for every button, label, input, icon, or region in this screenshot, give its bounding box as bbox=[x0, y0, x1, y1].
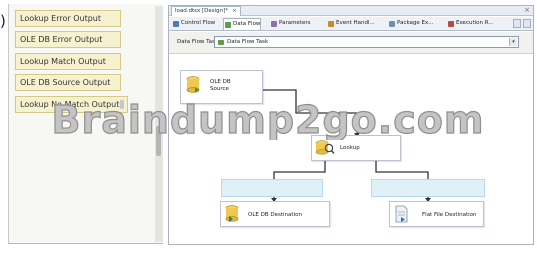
output-item-lookup-error[interactable]: Lookup Error Output bbox=[15, 10, 121, 27]
output-list-scroll-thumb[interactable] bbox=[156, 126, 161, 156]
close-window-icon[interactable]: × bbox=[524, 6, 530, 15]
output-list-pane: Lookup Error Output OLE DB Error Output … bbox=[8, 4, 163, 244]
path-label-ole[interactable] bbox=[221, 179, 323, 197]
grid-icon[interactable] bbox=[523, 19, 531, 28]
tab-control-flow[interactable]: Control Flow bbox=[172, 18, 215, 30]
package-designer-window: load.dtsx [Design]* × × Control Flow Data… bbox=[168, 5, 534, 245]
mouse-cursor-icon bbox=[120, 100, 125, 109]
tab-data-flow[interactable]: Data Flow bbox=[223, 18, 262, 30]
execution-results-icon bbox=[448, 21, 454, 27]
path-lookup-to-ole bbox=[273, 161, 326, 179]
package-explorer-icon bbox=[389, 21, 395, 27]
component-lookup-label: Lookup bbox=[340, 145, 360, 151]
data-flow-task-value: Data Flow Task bbox=[227, 39, 269, 45]
designer-view-tabs: Control Flow Data Flow Parameters Event … bbox=[169, 17, 533, 31]
document-tab-load-dtsx[interactable]: load.dtsx [Design]* × bbox=[171, 6, 241, 16]
output-list-scrollbar[interactable] bbox=[155, 6, 163, 242]
component-flat-file-destination[interactable]: Flat File Destination bbox=[389, 201, 484, 227]
database-icon bbox=[225, 205, 239, 222]
parameters-icon bbox=[271, 21, 277, 27]
tab-event-handlers[interactable]: Event Handl... bbox=[327, 18, 375, 30]
database-icon bbox=[186, 76, 200, 93]
screenshot-stage: ) Lookup Error Output OLE DB Error Outpu… bbox=[0, 0, 537, 253]
output-item-lookup-match[interactable]: Lookup Match Output bbox=[15, 53, 121, 70]
tab-control-flow-label: Control Flow bbox=[181, 20, 216, 26]
tab-package-explorer-label: Package Ex... bbox=[397, 20, 434, 26]
chevron-down-icon[interactable]: ▾ bbox=[509, 38, 517, 46]
document-tab-strip: load.dtsx [Design]* × × bbox=[169, 6, 533, 16]
lookup-icon bbox=[315, 140, 335, 155]
data-flow-task-select[interactable]: Data Flow Task ▾ bbox=[214, 36, 519, 48]
path-lookup-to-flat bbox=[375, 161, 429, 179]
tab-parameters-label: Parameters bbox=[279, 20, 311, 26]
component-ole-db-source[interactable]: OLE DB Source bbox=[180, 70, 263, 104]
component-lookup[interactable]: Lookup bbox=[311, 135, 401, 161]
output-item-ole-db-source[interactable]: OLE DB Source Output bbox=[15, 74, 121, 91]
zoom-icon[interactable] bbox=[513, 19, 521, 28]
control-flow-icon bbox=[173, 21, 179, 27]
path-label-flat[interactable] bbox=[371, 179, 485, 197]
data-flow-task-icon bbox=[218, 40, 224, 45]
tab-data-flow-label: Data Flow bbox=[233, 21, 261, 27]
tab-parameters[interactable]: Parameters bbox=[270, 18, 310, 30]
tab-package-explorer[interactable]: Package Ex... bbox=[388, 18, 434, 30]
close-tab-icon[interactable]: × bbox=[232, 8, 237, 14]
output-item-lookup-no-match[interactable]: Lookup No Match Output bbox=[15, 96, 128, 113]
data-flow-icon bbox=[225, 22, 231, 28]
tab-execution-results[interactable]: Execution R... bbox=[447, 18, 494, 30]
document-tab-label: load.dtsx [Design]* bbox=[175, 8, 229, 14]
component-flat-file-destination-label: Flat File Destination bbox=[422, 212, 477, 218]
event-handlers-icon bbox=[328, 21, 334, 27]
component-ole-db-destination[interactable]: OLE DB Destination bbox=[220, 201, 330, 227]
flat-file-icon bbox=[395, 205, 408, 223]
cut-off-paren: ) bbox=[0, 12, 6, 30]
component-ole-db-source-label: OLE DB Source bbox=[210, 79, 231, 93]
source-line-2: Source bbox=[210, 86, 229, 92]
data-flow-canvas[interactable]: OLE DB Source Lookup OLE DB Destination … bbox=[171, 55, 531, 243]
output-item-lookup-no-match-label: Lookup No Match Output bbox=[20, 100, 120, 109]
tab-nav-buttons bbox=[513, 19, 531, 29]
tab-event-handlers-label: Event Handl... bbox=[336, 20, 375, 26]
source-line-1: OLE DB bbox=[210, 79, 231, 85]
component-ole-db-destination-label: OLE DB Destination bbox=[248, 212, 302, 218]
data-flow-task-bar: Data Flow Task: Data Flow Task ▾ bbox=[169, 32, 533, 54]
path-source-to-lookup bbox=[263, 89, 358, 135]
tab-execution-results-label: Execution R... bbox=[456, 20, 494, 26]
output-item-ole-db-error[interactable]: OLE DB Error Output bbox=[15, 31, 121, 48]
